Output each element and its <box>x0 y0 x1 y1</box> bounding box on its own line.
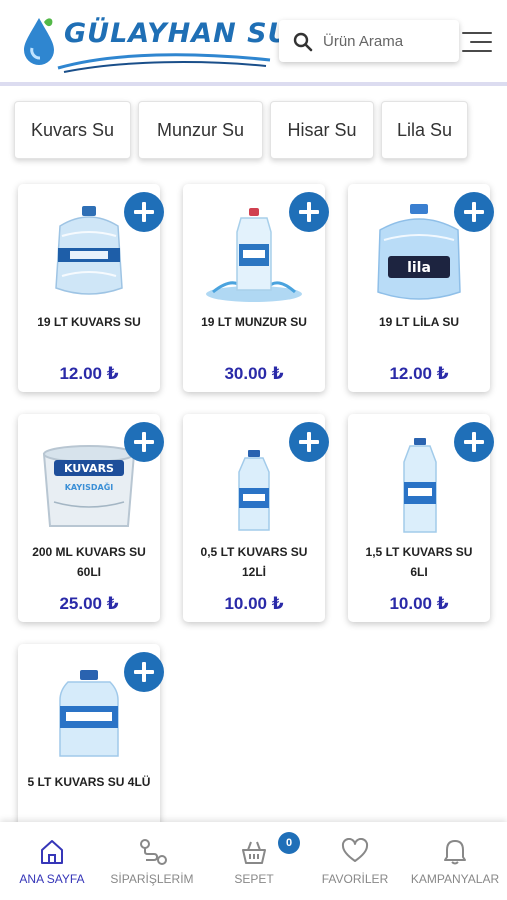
add-to-cart-button[interactable] <box>124 192 164 232</box>
brand-swoosh <box>57 53 271 73</box>
lila-label: lila <box>407 260 431 276</box>
cart-count-badge: 0 <box>278 832 300 854</box>
product-card[interactable]: 5 LT KUVARS SU 4LÜ <box>18 644 164 852</box>
category-label: Lila Su <box>396 119 453 140</box>
product-price: 25.00 ₺ <box>59 594 119 613</box>
nav-item-orders[interactable]: SİPARİŞLERİM <box>102 822 202 900</box>
cup-sub-label: KAYISDAĞI <box>65 481 114 492</box>
add-to-cart-button[interactable] <box>454 192 494 232</box>
basket-icon <box>242 841 266 864</box>
cup-label: KUVARS <box>64 462 114 475</box>
product-name: 200 ML KUVARS SU 60LI <box>32 545 146 579</box>
bottom-navigation: ANA SAYFA SİPARİŞLERİM 0 SEPET FAVORİLER <box>0 822 507 900</box>
app-header: GÜLAYHAN SU <box>0 0 507 82</box>
product-name: 19 LT KUVARS SU <box>37 315 141 329</box>
brand-name: GÜLAYHAN SU <box>64 18 291 49</box>
nav-item-cart[interactable]: 0 SEPET <box>204 822 304 900</box>
route-icon <box>140 839 167 865</box>
product-name: 19 LT LİLA SU <box>378 315 459 329</box>
nav-item-favorites[interactable]: FAVORİLER <box>306 822 404 900</box>
category-label: Hisar Su <box>287 119 357 140</box>
header-divider <box>0 82 507 86</box>
add-to-cart-button[interactable] <box>289 192 329 232</box>
product-price: 30.00 ₺ <box>224 364 284 383</box>
nav-label: KAMPANYALAR <box>410 872 500 886</box>
brand-logo[interactable]: GÜLAYHAN SU <box>18 8 290 74</box>
product-price: 12.00 ₺ <box>59 364 119 383</box>
add-to-cart-button[interactable] <box>289 422 329 462</box>
add-to-cart-button[interactable] <box>454 422 494 462</box>
product-card[interactable]: 1,5 LT KUVARS SU 6LI 10.00 ₺ <box>348 414 494 622</box>
product-price: 10.00 ₺ <box>389 594 449 613</box>
product-name: 1,5 LT KUVARS SU 6LI <box>365 545 473 579</box>
category-tab-lila[interactable]: Lila Su <box>381 101 468 159</box>
bell-icon <box>444 840 466 865</box>
category-label: Munzur Su <box>156 119 245 140</box>
product-name: 5 LT KUVARS SU 4LÜ <box>27 775 151 789</box>
category-label: Kuvars Su <box>30 119 115 140</box>
product-price: 12.00 ₺ <box>389 364 449 383</box>
product-card[interactable]: 19 LT KUVARS SU 12.00 ₺ <box>18 184 164 392</box>
home-icon <box>41 840 63 864</box>
nav-label: FAVORİLER <box>321 872 389 886</box>
product-name: 19 LT MUNZUR SU <box>201 315 307 329</box>
search-icon <box>293 32 313 52</box>
heart-icon <box>341 838 369 862</box>
nav-item-home[interactable]: ANA SAYFA <box>4 822 100 900</box>
product-card[interactable]: 0,5 LT KUVARS SU 12Lİ 10.00 ₺ <box>183 414 329 622</box>
hamburger-menu-icon[interactable] <box>460 30 492 54</box>
product-price: 10.00 ₺ <box>224 594 284 613</box>
product-card[interactable]: KUVARS KAYISDAĞI 200 ML KUVARS SU 60LI 2… <box>18 414 164 622</box>
nav-label: ANA SAYFA <box>19 872 85 886</box>
nav-label: SİPARİŞLERİM <box>110 872 194 886</box>
add-to-cart-button[interactable] <box>124 652 164 692</box>
category-tab-munzur[interactable]: Munzur Su <box>138 101 263 159</box>
category-tab-hisar[interactable]: Hisar Su <box>270 101 374 159</box>
product-name: 0,5 LT KUVARS SU 12Lİ <box>200 545 308 579</box>
search-box[interactable] <box>279 20 459 62</box>
water-drop-logo-icon <box>24 18 54 65</box>
nav-label: SEPET <box>234 872 274 886</box>
category-tab-kuvars[interactable]: Kuvars Su <box>14 101 131 159</box>
nav-item-campaigns[interactable]: KAMPANYALAR <box>405 822 505 900</box>
search-input[interactable] <box>323 30 451 52</box>
product-card[interactable]: lila 19 LT LİLA SU 12.00 ₺ <box>348 184 494 392</box>
product-card[interactable]: 19 LT MUNZUR SU 30.00 ₺ <box>183 184 329 392</box>
add-to-cart-button[interactable] <box>124 422 164 462</box>
